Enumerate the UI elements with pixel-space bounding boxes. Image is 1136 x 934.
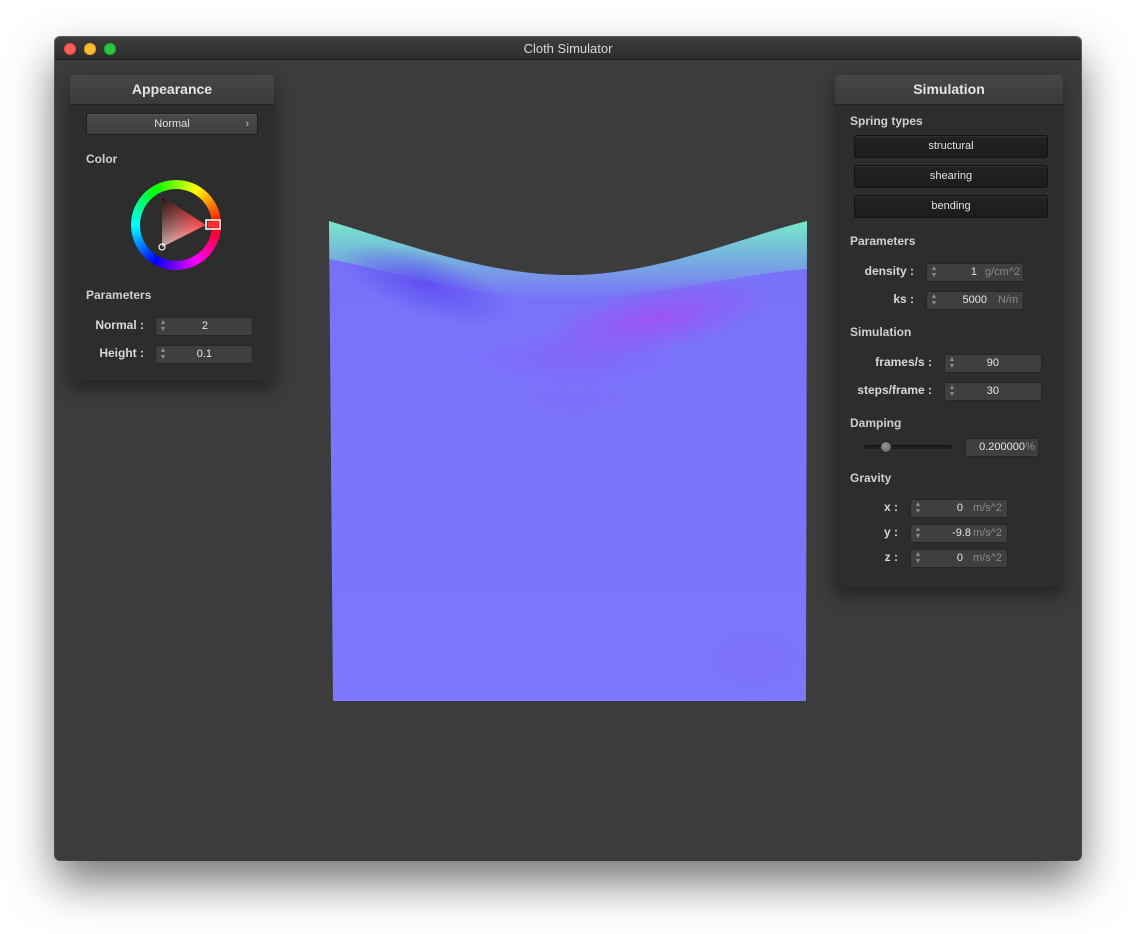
fps-value: 90 — [986, 357, 999, 369]
gravity-x-input[interactable]: ▲ ▼ 0 m/s^2 — [910, 499, 1008, 518]
shearing-button[interactable]: shearing — [854, 165, 1048, 188]
shader-select-button[interactable]: Normal › — [86, 113, 258, 135]
height-input[interactable]: ▲ ▼ 0.1 — [155, 345, 253, 364]
spring-types-label: Spring types — [850, 114, 923, 128]
gravity-x-unit: m/s^2 — [973, 502, 1002, 514]
gravity-z-value: 0 — [956, 552, 963, 564]
appearance-panel: Appearance Normal › Color Parameters Nor… — [70, 75, 274, 380]
normal-label: Normal : — [95, 318, 144, 332]
ks-label: ks : — [893, 292, 914, 306]
gravity-z-input[interactable]: ▲ ▼ 0 m/s^2 — [910, 549, 1008, 568]
density-label: density : — [864, 264, 914, 278]
stepper-icon[interactable]: ▲ ▼ — [159, 347, 167, 361]
height-label: Height : — [99, 346, 144, 360]
gravity-x-value: 0 — [956, 502, 963, 514]
steps-label: steps/frame : — [857, 383, 932, 397]
damping-unit: % — [1025, 441, 1035, 453]
damping-value: 0.200000 — [979, 441, 1025, 453]
stepper-icon[interactable]: ▲ ▼ — [914, 501, 922, 515]
appearance-parameters-label: Parameters — [86, 288, 152, 302]
damping-label: Damping — [850, 416, 902, 430]
fps-input[interactable]: ▲ ▼ 90 — [944, 354, 1042, 373]
damping-input[interactable]: 0.200000 % — [965, 438, 1039, 457]
gravity-y-label: y : — [883, 525, 898, 539]
steps-value: 30 — [986, 385, 999, 397]
stepper-icon[interactable]: ▲ ▼ — [930, 293, 938, 307]
gravity-y-unit: m/s^2 — [973, 527, 1002, 539]
chevron-right-icon: › — [245, 118, 249, 130]
normal-value: 2 — [201, 320, 208, 332]
cloth-mesh — [329, 221, 807, 701]
damping-slider[interactable] — [864, 445, 952, 449]
gravity-z-unit: m/s^2 — [973, 552, 1002, 564]
structural-button[interactable]: structural — [854, 135, 1048, 158]
color-section-label: Color — [86, 152, 118, 166]
stepper-icon[interactable]: ▲ ▼ — [914, 551, 922, 565]
sim-parameters-label: Parameters — [850, 234, 916, 248]
density-unit: g/cm^2 — [985, 266, 1021, 278]
height-value: 0.1 — [196, 348, 212, 360]
simulation-panel: Simulation Spring types structural shear… — [835, 75, 1063, 587]
gravity-z-label: z : — [884, 550, 898, 564]
steps-input[interactable]: ▲ ▼ 30 — [944, 382, 1042, 401]
ks-unit: N/m — [998, 294, 1019, 306]
app-window: Cloth Simulator Appearance Normal › Colo… — [55, 37, 1081, 860]
normal-input[interactable]: ▲ ▼ 2 — [155, 317, 253, 336]
stepper-icon[interactable]: ▲ ▼ — [914, 526, 922, 540]
stepper-icon[interactable]: ▲ ▼ — [930, 265, 938, 279]
gravity-y-value: -9.8 — [952, 527, 971, 539]
density-value: 1 — [970, 266, 977, 278]
ks-value: 5000 — [962, 294, 987, 306]
stepper-icon[interactable]: ▲ ▼ — [159, 319, 167, 333]
density-input[interactable]: ▲ ▼ 1 g/cm^2 — [926, 263, 1024, 282]
gravity-label: Gravity — [850, 471, 892, 485]
simulation-panel-title[interactable]: Simulation — [835, 75, 1063, 105]
damping-slider-knob[interactable] — [879, 441, 892, 453]
bending-button[interactable]: bending — [854, 195, 1048, 218]
stepper-icon[interactable]: ▲ ▼ — [948, 356, 956, 370]
appearance-panel-title[interactable]: Appearance — [70, 75, 274, 105]
color-wheel[interactable] — [128, 177, 224, 273]
fps-label: frames/s : — [875, 355, 932, 369]
stepper-icon[interactable]: ▲ ▼ — [948, 384, 956, 398]
simulation-section-label: Simulation — [850, 325, 912, 339]
shader-select-label: Normal — [154, 118, 190, 130]
gravity-x-label: x : — [883, 500, 898, 514]
ks-input[interactable]: ▲ ▼ 5000 N/m — [926, 291, 1024, 310]
title-bar[interactable]: Cloth Simulator — [55, 37, 1081, 60]
window-title: Cloth Simulator — [523, 41, 613, 56]
gravity-y-input[interactable]: ▲ ▼ -9.8 m/s^2 — [910, 524, 1008, 543]
